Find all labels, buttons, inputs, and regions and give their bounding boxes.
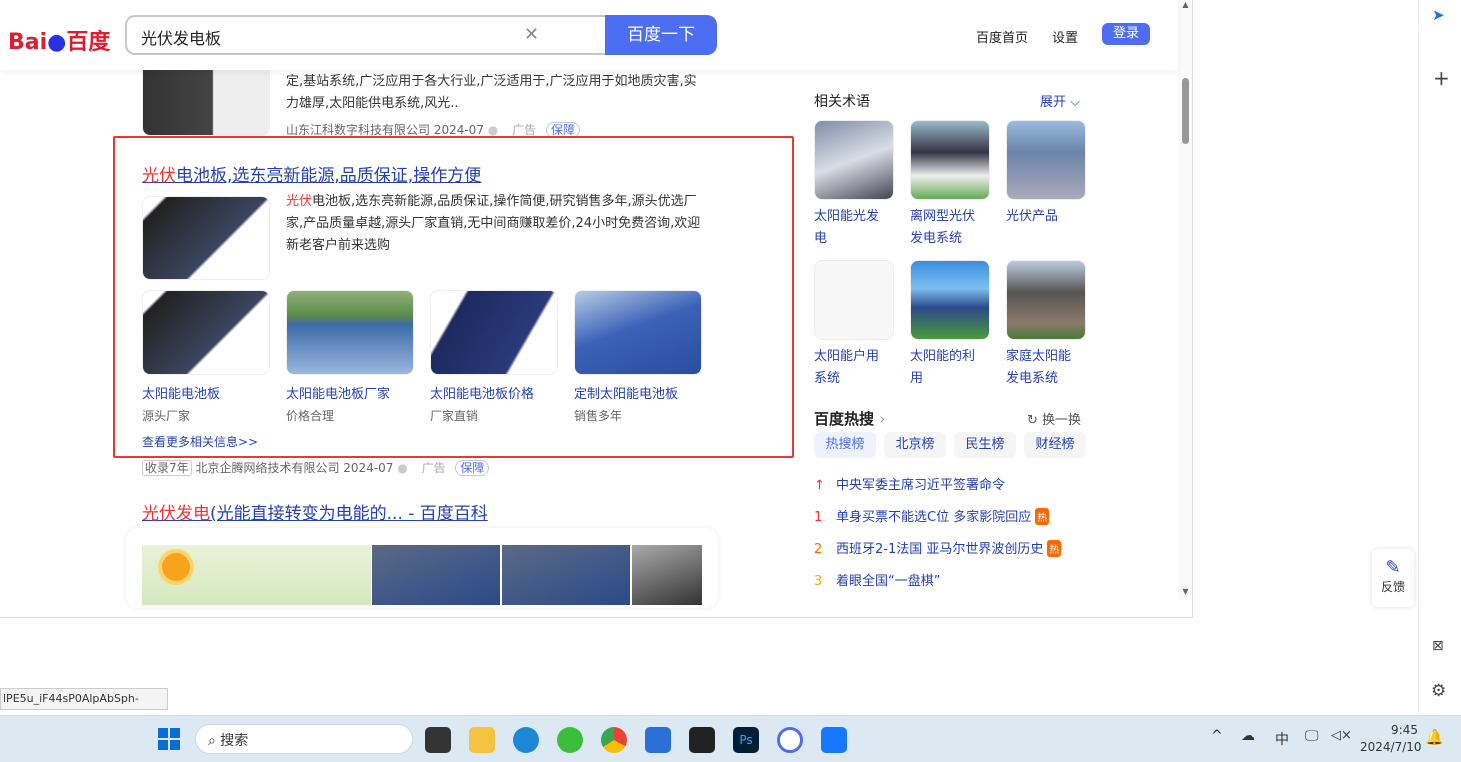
ad-meta: 收录7年 北京企腾网络技术有限公司 2024-07 ● 广告 保障: [142, 459, 490, 476]
ad-item-link[interactable]: 太阳能电池板: [142, 383, 220, 402]
notification-bell-icon[interactable]: 🔔: [1425, 728, 1444, 746]
hot-item[interactable]: ↑ 中央军委主席习近平签署命令: [814, 474, 1005, 493]
term-image[interactable]: [814, 120, 894, 200]
notes-icon[interactable]: [689, 727, 715, 753]
scrollbar-thumb[interactable]: [1182, 78, 1189, 144]
ad-item-image[interactable]: [286, 290, 414, 375]
page-viewport: 定,基站系统,广泛应用于各大行业,广泛适用于,广泛应用于如地质灾害,实 力雄厚,太…: [0, 0, 1193, 618]
photoshop-icon[interactable]: Ps: [733, 727, 759, 753]
hot-tab[interactable]: 民生榜: [954, 432, 1016, 458]
start-icon[interactable]: [158, 728, 180, 750]
settings-icon[interactable]: ⚙: [1431, 681, 1446, 701]
term-image[interactable]: [1006, 120, 1086, 200]
baike-image[interactable]: [502, 545, 630, 605]
tray-chevron-icon[interactable]: ^: [1211, 728, 1223, 744]
hot-tab[interactable]: 热搜榜: [814, 432, 876, 458]
ad-item-link[interactable]: 太阳能电池板价格: [430, 383, 534, 402]
ad-item-sub: 销售多年: [574, 409, 623, 423]
baike-title-link[interactable]: 光伏发电(光能直接转变为电能的... - 百度百科: [142, 499, 488, 524]
ad-item-sub: 源头厂家: [142, 409, 191, 423]
ad-item-image[interactable]: [142, 290, 270, 375]
ime-indicator[interactable]: 中: [1275, 729, 1289, 749]
result-image[interactable]: [142, 60, 270, 136]
ad-item-link[interactable]: 太阳能电池板厂家: [286, 383, 390, 402]
ad-snippet: 光伏电池板,选东亮新能源,品质保证,操作简便,研究销售多年,源头优选厂 家,产品质…: [286, 194, 701, 253]
cloud-off-icon[interactable]: ☁: [1241, 728, 1255, 744]
mute-icon[interactable]: ◁×: [1331, 728, 1352, 743]
hot-item[interactable]: 2 西班牙2-1法国 亚马尔世界波创历史热: [814, 538, 1062, 557]
related-terms-title: 相关术语: [814, 94, 870, 110]
baike-image[interactable]: [632, 545, 702, 605]
baike-image[interactable]: [142, 545, 371, 605]
wechat-icon[interactable]: [557, 727, 583, 753]
term-image[interactable]: [1006, 260, 1086, 340]
ad-item-image[interactable]: [430, 290, 558, 375]
term-link[interactable]: 光伏产品: [1006, 206, 1058, 228]
more-info-link[interactable]: 查看更多相关信息>>: [142, 433, 258, 450]
taskbar-search[interactable]: ⌕ 搜索: [195, 724, 413, 754]
app-icon[interactable]: [821, 727, 847, 753]
ad-item-image[interactable]: [574, 290, 702, 375]
refresh-icon: ↻: [1027, 413, 1038, 428]
term-link[interactable]: 太阳能光发电: [814, 206, 879, 250]
network-icon[interactable]: 🖵: [1305, 728, 1319, 744]
baike-image[interactable]: [372, 545, 500, 605]
ad-item-sub: 厂家直销: [430, 409, 479, 423]
term-image[interactable]: [814, 260, 894, 340]
task-view-icon[interactable]: [425, 727, 451, 753]
browser-sidebar: ➤ + ⊠ ⚙: [1418, 0, 1461, 715]
edit-icon: ✎: [1385, 557, 1401, 578]
term-image[interactable]: [910, 120, 990, 200]
edge-icon[interactable]: [513, 727, 539, 753]
chrome-icon[interactable]: [601, 727, 627, 753]
refresh-button[interactable]: ↻ 换一换: [1027, 409, 1081, 428]
clock[interactable]: 9:45 2024/7/10: [1360, 722, 1422, 756]
expand-button[interactable]: 展开 ⌵: [1040, 91, 1080, 110]
hot-tab[interactable]: 财经榜: [1024, 432, 1086, 458]
file-explorer-icon[interactable]: [469, 727, 495, 753]
ad-item-link[interactable]: 定制太阳能电池板: [574, 383, 678, 402]
chevron-right-icon: ›: [879, 410, 886, 428]
login-button[interactable]: 登录: [1102, 23, 1150, 45]
screenshot-icon[interactable]: ⊠: [1432, 638, 1444, 654]
ad-title-link[interactable]: 光伏电池板,选东亮新能源,品质保证,操作方便: [142, 161, 481, 186]
clear-icon[interactable]: ✕: [524, 24, 539, 45]
hot-search-title[interactable]: 百度热搜 ›: [814, 408, 885, 429]
guarantee-badge: 保障: [455, 460, 490, 476]
taskbar: ⌕ 搜索 Ps ^ ☁ 中 🖵 ◁× 9:45 2024/7/10 🔔: [0, 715, 1461, 762]
browser-blank-area: [0, 618, 1418, 715]
status-url: lPE5u_iF44sP0AlpAbSph-oHz...: [0, 688, 168, 710]
search-button[interactable]: 百度一下: [605, 15, 717, 55]
term-link[interactable]: 家庭太阳能 发电系统: [1006, 346, 1071, 390]
ad-main-image[interactable]: [142, 196, 270, 280]
baidu-app-icon[interactable]: [777, 727, 803, 753]
result-snippet: 定,基站系统,广泛应用于各大行业,广泛适用于,广泛应用于如地质灾害,实 力雄厚,太…: [286, 74, 697, 111]
send-icon[interactable]: ➤: [1432, 6, 1445, 24]
baidu-logo[interactable]: Bai●百度: [8, 24, 110, 56]
chevron-down-icon: ⌵: [1070, 95, 1081, 110]
term-link[interactable]: 太阳能的利用: [910, 346, 975, 390]
term-image[interactable]: [910, 260, 990, 340]
ad-item-sub: 价格合理: [286, 409, 335, 423]
hot-item[interactable]: 3 着眼全国“一盘棋”: [814, 570, 940, 589]
feedback-button[interactable]: ✎ 反馈: [1372, 549, 1414, 607]
hot-tab[interactable]: 北京榜: [884, 432, 946, 458]
settings-link[interactable]: 设置: [1052, 27, 1078, 46]
search-header: Bai●百度 光伏发电板 ✕ 百度一下 百度首页 设置 登录: [0, 0, 1178, 70]
term-link[interactable]: 太阳能户用 系统: [814, 346, 879, 390]
term-link[interactable]: 离网型光伏 发电系统: [910, 206, 975, 250]
store-icon[interactable]: [645, 727, 671, 753]
hot-item[interactable]: 1 单身买票不能选C位 多家影院回应热: [814, 506, 1050, 525]
home-link[interactable]: 百度首页: [976, 27, 1028, 46]
add-icon[interactable]: +: [1433, 66, 1450, 90]
search-icon: ⌕: [208, 733, 216, 749]
